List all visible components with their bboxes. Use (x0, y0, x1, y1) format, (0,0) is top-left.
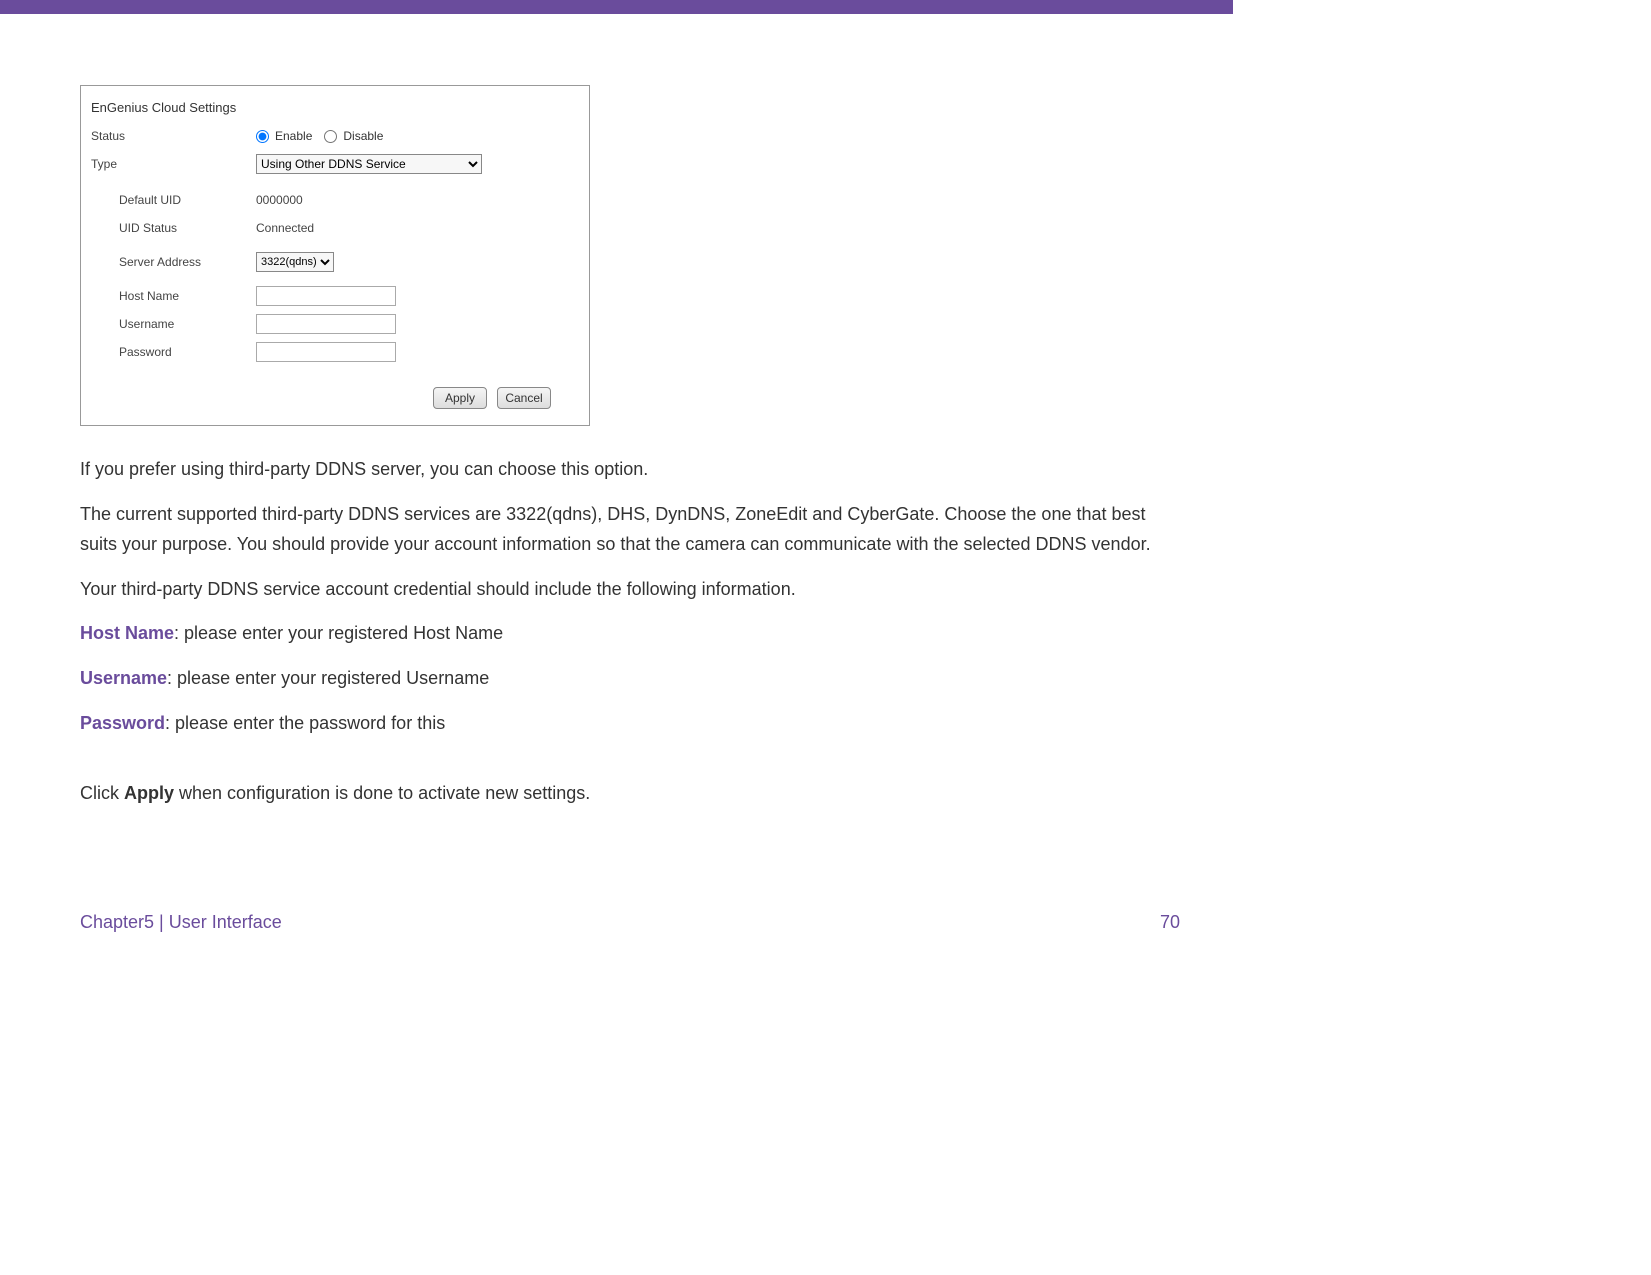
password-term: Password (80, 713, 165, 733)
settings-panel: EnGenius Cloud Settings Status Enable Di… (80, 85, 590, 426)
host-name-input[interactable] (256, 286, 396, 306)
status-enable-radio[interactable] (256, 130, 269, 143)
username-label: Username (91, 317, 256, 331)
host-name-desc: : please enter your registered Host Name (174, 623, 503, 643)
status-disable-radio[interactable] (324, 130, 337, 143)
password-label: Password (91, 345, 256, 359)
type-label: Type (91, 157, 256, 171)
server-address-label: Server Address (91, 255, 256, 269)
row-type: Type Using Other DDNS Service (91, 153, 579, 175)
apply-bold: Apply (124, 783, 174, 803)
row-password: Password (91, 341, 579, 363)
row-default-uid: Default UID 0000000 (91, 189, 579, 211)
host-name-term: Host Name (80, 623, 174, 643)
cancel-button[interactable]: Cancel (497, 387, 551, 409)
password-desc: : please enter the password for this (165, 713, 445, 733)
doc-paragraph-2: The current supported third-party DDNS s… (80, 499, 1180, 560)
page-footer: Chapter5 | User Interface 70 (80, 912, 1180, 933)
apply-pre: Click (80, 783, 124, 803)
apply-post: when configuration is done to activate n… (174, 783, 590, 803)
host-name-label: Host Name (91, 289, 256, 303)
username-desc: : please enter your registered Username (167, 668, 489, 688)
footer-chapter: Chapter5 | User Interface (80, 912, 282, 933)
apply-button[interactable]: Apply (433, 387, 487, 409)
status-disable-label: Disable (343, 129, 383, 143)
status-enable-label: Enable (275, 129, 312, 143)
doc-paragraph-1: If you prefer using third-party DDNS ser… (80, 454, 1180, 485)
row-status: Status Enable Disable (91, 125, 579, 147)
status-radio-group: Enable Disable (256, 129, 391, 143)
doc-host-name-line: Host Name: please enter your registered … (80, 618, 1180, 649)
username-input[interactable] (256, 314, 396, 334)
default-uid-label: Default UID (91, 193, 256, 207)
documentation-text: If you prefer using third-party DDNS ser… (80, 454, 1180, 809)
username-term: Username (80, 668, 167, 688)
doc-username-line: Username: please enter your registered U… (80, 663, 1180, 694)
status-label: Status (91, 129, 256, 143)
doc-password-line: Password: please enter the password for … (80, 708, 1180, 739)
uid-status-label: UID Status (91, 221, 256, 235)
server-address-select[interactable]: 3322(qdns) (256, 252, 334, 272)
doc-paragraph-3: Your third-party DDNS service account cr… (80, 574, 1180, 605)
button-row: Apply Cancel (91, 387, 579, 409)
default-uid-value: 0000000 (256, 193, 303, 207)
row-host-name: Host Name (91, 285, 579, 307)
row-username: Username (91, 313, 579, 335)
uid-status-value: Connected (256, 221, 314, 235)
panel-title: EnGenius Cloud Settings (91, 100, 579, 115)
row-server-address: Server Address 3322(qdns) (91, 251, 579, 273)
row-uid-status: UID Status Connected (91, 217, 579, 239)
page-content: EnGenius Cloud Settings Status Enable Di… (80, 85, 1180, 823)
password-input[interactable] (256, 342, 396, 362)
type-select[interactable]: Using Other DDNS Service (256, 154, 482, 174)
doc-apply-line: Click Apply when configuration is done t… (80, 778, 1180, 809)
header-bar (0, 0, 1233, 14)
footer-page-number: 70 (1160, 912, 1180, 933)
